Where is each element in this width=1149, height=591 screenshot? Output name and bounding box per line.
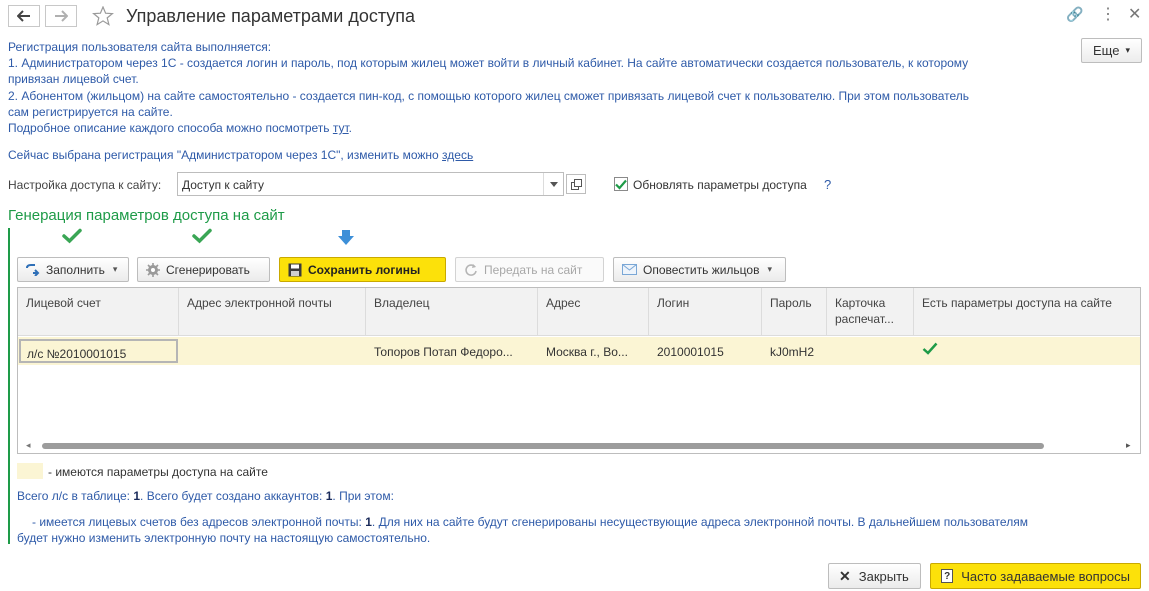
change-registration-link[interactable]: здесь bbox=[442, 148, 473, 162]
fill-button[interactable]: Заполнить ▾ bbox=[17, 257, 129, 282]
generate-button[interactable]: Сгенерировать bbox=[137, 257, 270, 282]
legend-text: - имеются параметры доступа на сайте bbox=[48, 465, 268, 479]
faq-button-label: Часто задаваемые вопросы bbox=[961, 568, 1130, 584]
update-access-checkbox[interactable] bbox=[614, 177, 628, 191]
info-line: 2. Абонентом (жильцом) на сайте самостоя… bbox=[8, 89, 970, 103]
column-header[interactable]: Адрес электронной почты bbox=[179, 288, 366, 336]
checkmark-icon bbox=[615, 179, 627, 190]
close-button[interactable]: ✕ Закрыть bbox=[828, 563, 921, 589]
chevron-down-icon: ▾ bbox=[767, 264, 773, 274]
fill-arrow-icon bbox=[26, 263, 40, 276]
summary-text: . При этом: bbox=[332, 489, 394, 503]
chevron-down-icon: ▾ bbox=[112, 264, 118, 274]
column-header[interactable]: Лицевой счет bbox=[18, 288, 179, 336]
info-line: сам регистрируется на сайте. bbox=[8, 105, 173, 119]
password-cell[interactable]: kJ0mH2 bbox=[762, 337, 827, 365]
summary-line: Всего л/с в таблице: 1. Всего будет созд… bbox=[17, 489, 394, 503]
table-row[interactable]: л/с №2010001015 Топоров Потап Федоро... … bbox=[18, 337, 1140, 365]
note-line: будет нужно изменить электронную почту н… bbox=[17, 531, 431, 545]
column-header[interactable]: Пароль bbox=[762, 288, 827, 336]
notify-residents-label: Оповестить жильцов bbox=[643, 262, 760, 277]
generate-button-label: Сгенерировать bbox=[166, 262, 250, 277]
address-cell[interactable]: Москва г., Во... bbox=[538, 337, 649, 365]
scrollbar-thumb[interactable] bbox=[42, 443, 1044, 449]
scroll-right-icon[interactable]: ▸ bbox=[1126, 440, 1131, 451]
close-icon: ✕ bbox=[839, 567, 851, 584]
note-value: 1 bbox=[365, 515, 372, 529]
note-text: . Для них на сайте будут сгенерированы н… bbox=[371, 515, 1028, 529]
access-setting-label: Настройка доступа к сайту: bbox=[8, 178, 162, 192]
note-text: - имеется лицевых счетов без адресов эле… bbox=[32, 515, 366, 529]
send-to-site-label: Передать на сайт bbox=[484, 262, 583, 277]
note-line: - имеется лицевых счетов без адресов эле… bbox=[32, 515, 1028, 529]
help-question-icon: ? bbox=[941, 569, 954, 583]
column-header[interactable]: Адрес bbox=[538, 288, 649, 336]
account-cell[interactable]: л/с №2010001015 bbox=[19, 339, 178, 363]
favorite-star-icon[interactable] bbox=[92, 6, 114, 26]
card-printed-cell[interactable] bbox=[827, 337, 914, 365]
horizontal-scrollbar[interactable]: ◂ ▸ bbox=[18, 437, 1140, 453]
column-header[interactable]: Карточка распечат... bbox=[827, 288, 914, 336]
chevron-down-icon: ▾ bbox=[1125, 45, 1130, 55]
fill-button-label: Заполнить bbox=[46, 262, 105, 277]
refresh-arrow-icon bbox=[465, 263, 477, 276]
info-line: 1. Администратором через 1С - создается … bbox=[8, 56, 969, 70]
checkmark-icon bbox=[922, 342, 938, 355]
legend-color-swatch bbox=[17, 463, 43, 479]
step-current-arrow-down-icon bbox=[338, 230, 354, 245]
dropdown-arrow-icon[interactable] bbox=[543, 173, 563, 195]
info-line: привязан лицевой счет. bbox=[8, 72, 139, 86]
column-header[interactable]: Логин bbox=[649, 288, 762, 336]
open-window-icon bbox=[570, 178, 582, 190]
close-button-label: Закрыть bbox=[858, 568, 909, 584]
step-done-check-icon bbox=[192, 228, 212, 244]
forward-button[interactable] bbox=[45, 5, 77, 27]
envelope-icon bbox=[622, 264, 637, 275]
arrow-right-icon bbox=[55, 10, 68, 22]
faq-button[interactable]: ? Часто задаваемые вопросы bbox=[930, 563, 1141, 589]
help-icon[interactable]: ? bbox=[824, 177, 831, 192]
info-text: Подробное описание каждого способа можно… bbox=[8, 121, 333, 135]
save-disk-icon bbox=[288, 263, 302, 276]
info-line-description: Подробное описание каждого способа можно… bbox=[8, 121, 352, 135]
description-link[interactable]: тут bbox=[333, 121, 349, 135]
current-registration-line: Сейчас выбрана регистрация "Администрато… bbox=[8, 148, 473, 162]
email-cell[interactable] bbox=[179, 337, 366, 365]
close-window-icon[interactable]: ✕ bbox=[1128, 4, 1141, 24]
scroll-left-icon[interactable]: ◂ bbox=[26, 440, 31, 451]
page-title: Управление параметрами доступа bbox=[126, 6, 416, 26]
send-to-site-button[interactable]: Передать на сайт bbox=[455, 257, 604, 282]
owner-cell[interactable]: Топоров Потап Федоро... bbox=[366, 337, 538, 365]
column-header[interactable]: Владелец bbox=[366, 288, 538, 336]
link-icon[interactable]: 🔗 bbox=[1066, 6, 1083, 23]
more-menu-button[interactable]: Еще ▾ bbox=[1081, 38, 1142, 63]
group-border bbox=[8, 228, 10, 544]
update-access-label[interactable]: Обновлять параметры доступа bbox=[633, 178, 807, 192]
save-logins-label: Сохранить логины bbox=[308, 262, 421, 277]
arrow-left-icon bbox=[17, 10, 30, 22]
group-title: Генерация параметров доступа на сайт bbox=[8, 207, 285, 224]
column-header[interactable]: Есть параметры доступа на сайте bbox=[914, 288, 1140, 336]
info-text: . bbox=[348, 121, 353, 135]
more-menu-label: Еще bbox=[1093, 43, 1120, 58]
back-button[interactable] bbox=[8, 5, 40, 27]
step-done-check-icon bbox=[62, 228, 82, 244]
current-registration-text: Сейчас выбрана регистрация "Администрато… bbox=[8, 148, 443, 162]
save-logins-button[interactable]: Сохранить логины bbox=[279, 257, 446, 282]
summary-text: . Всего будет создано аккаунтов: bbox=[140, 489, 326, 503]
has-access-cell[interactable] bbox=[914, 337, 1140, 365]
open-item-button[interactable] bbox=[566, 174, 586, 194]
access-setting-value: Доступ к сайту bbox=[182, 178, 264, 192]
summary-text: Всего л/с в таблице: bbox=[17, 489, 134, 503]
gear-icon bbox=[146, 262, 160, 277]
access-table[interactable]: Лицевой счет Адрес электронной почты Вла… bbox=[17, 287, 1141, 454]
notify-residents-button[interactable]: Оповестить жильцов ▾ bbox=[613, 257, 786, 282]
info-line: Регистрация пользователя сайта выполняет… bbox=[8, 40, 272, 54]
more-vert-icon[interactable]: ⋮ bbox=[1100, 4, 1116, 24]
access-setting-select[interactable]: Доступ к сайту bbox=[177, 172, 564, 196]
login-cell[interactable]: 2010001015 bbox=[649, 337, 762, 365]
